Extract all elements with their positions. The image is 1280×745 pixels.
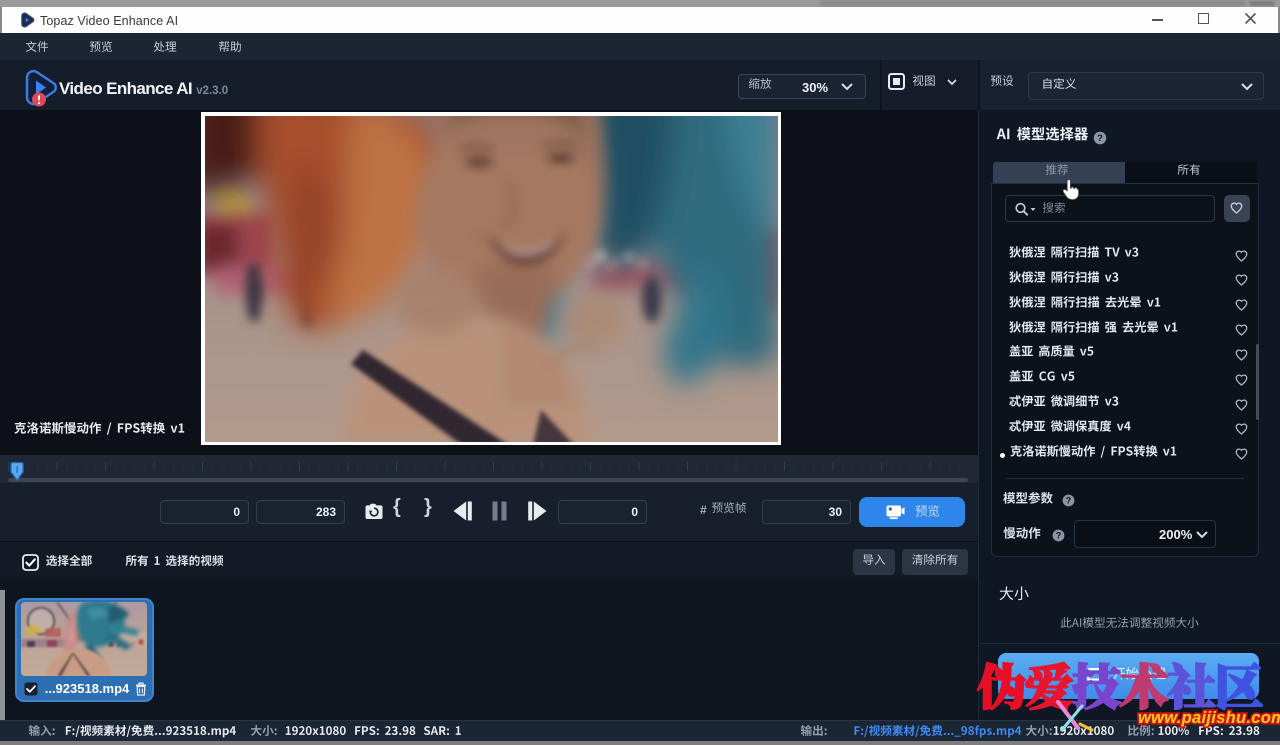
svg-text:?: ? [1097,133,1103,144]
svg-text:?: ? [1056,531,1062,541]
svg-text:?: ? [1066,496,1072,506]
